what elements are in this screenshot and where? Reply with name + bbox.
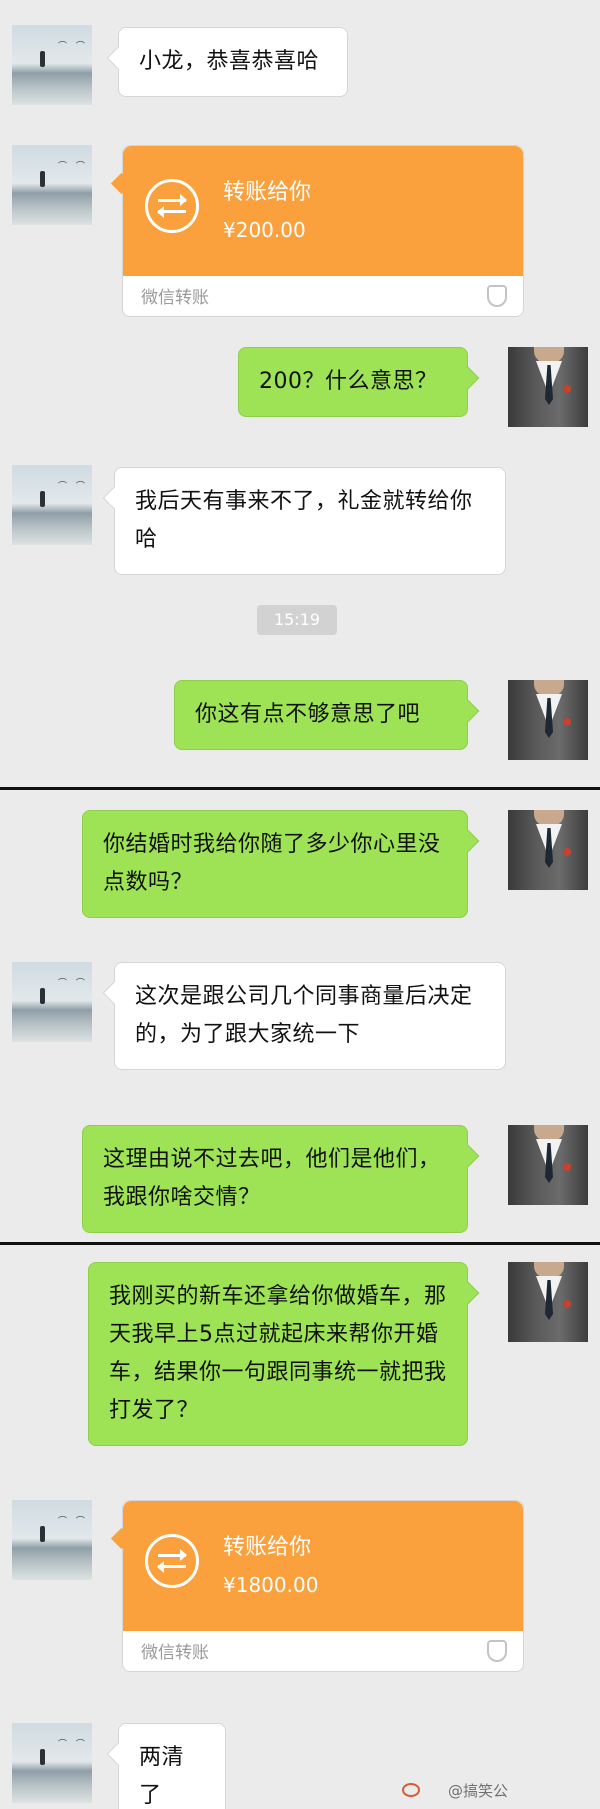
- watermark: @搞笑公: [447, 1782, 508, 1800]
- friend-avatar[interactable]: ⌒ ⌒: [12, 1500, 92, 1580]
- friend-avatar[interactable]: ⌒ ⌒: [12, 25, 92, 105]
- weibo-icon: [402, 1783, 420, 1797]
- chat-screen-2: 你结婚时我给你随了多少你心里没点数吗？ ⌒ ⌒ 这次是跟公司几个同事商量后决定的…: [0, 790, 600, 1245]
- chat-screen-1: ⌒ ⌒ 小龙，恭喜恭喜哈 ⌒ ⌒ 转账给你 ¥200.00 微信转账 200？什…: [0, 0, 600, 790]
- friend-avatar[interactable]: ⌒ ⌒: [12, 1723, 92, 1803]
- friend-avatar[interactable]: ⌒ ⌒: [12, 962, 92, 1042]
- transfer-amount: ¥1800.00: [223, 1573, 319, 1597]
- message-bubble-outgoing[interactable]: 你这有点不够意思了吧: [174, 680, 468, 750]
- my-avatar[interactable]: [508, 680, 588, 760]
- chat-screen-3: 我刚买的新车还拿给你做婚车，那天我早上5点过就起床来帮你开婚车，结果你一句跟同事…: [0, 1245, 600, 1809]
- transfer-title: 转账给你: [223, 1535, 312, 1560]
- message-bubble-outgoing[interactable]: 我刚买的新车还拿给你做婚车，那天我早上5点过就起床来帮你开婚车，结果你一句跟同事…: [88, 1262, 468, 1446]
- my-avatar[interactable]: [508, 1262, 588, 1342]
- message-bubble-incoming[interactable]: 这次是跟公司几个同事商量后决定的，为了跟大家统一下: [114, 962, 506, 1070]
- my-avatar[interactable]: [508, 810, 588, 890]
- my-avatar[interactable]: [508, 347, 588, 427]
- friend-avatar[interactable]: ⌒ ⌒: [12, 145, 92, 225]
- friend-avatar[interactable]: ⌒ ⌒: [12, 465, 92, 545]
- transfer-arrows-icon: [145, 1534, 199, 1588]
- message-bubble-incoming[interactable]: 我后天有事来不了，礼金就转给你哈: [114, 467, 506, 575]
- message-bubble-incoming[interactable]: 两清了: [118, 1723, 226, 1809]
- shield-icon: [487, 1640, 507, 1662]
- transfer-footer: 微信转账: [141, 1643, 209, 1663]
- transfer-amount: ¥200.00: [223, 218, 306, 242]
- message-bubble-outgoing[interactable]: 这理由说不过去吧，他们是他们，我跟你啥交情？: [82, 1125, 468, 1233]
- my-avatar[interactable]: [508, 1125, 588, 1205]
- transfer-card[interactable]: 转账给你 ¥200.00 微信转账: [122, 145, 524, 317]
- timestamp: 15:19: [257, 605, 337, 635]
- transfer-arrows-icon: [145, 179, 199, 233]
- message-bubble-outgoing[interactable]: 200？什么意思？: [238, 347, 468, 417]
- transfer-title: 转账给你: [223, 180, 312, 205]
- transfer-card[interactable]: 转账给你 ¥1800.00 微信转账: [122, 1500, 524, 1672]
- transfer-footer: 微信转账: [141, 288, 209, 308]
- message-bubble-incoming[interactable]: 小龙，恭喜恭喜哈: [118, 27, 348, 97]
- message-bubble-outgoing[interactable]: 你结婚时我给你随了多少你心里没点数吗？: [82, 810, 468, 918]
- shield-icon: [487, 285, 507, 307]
